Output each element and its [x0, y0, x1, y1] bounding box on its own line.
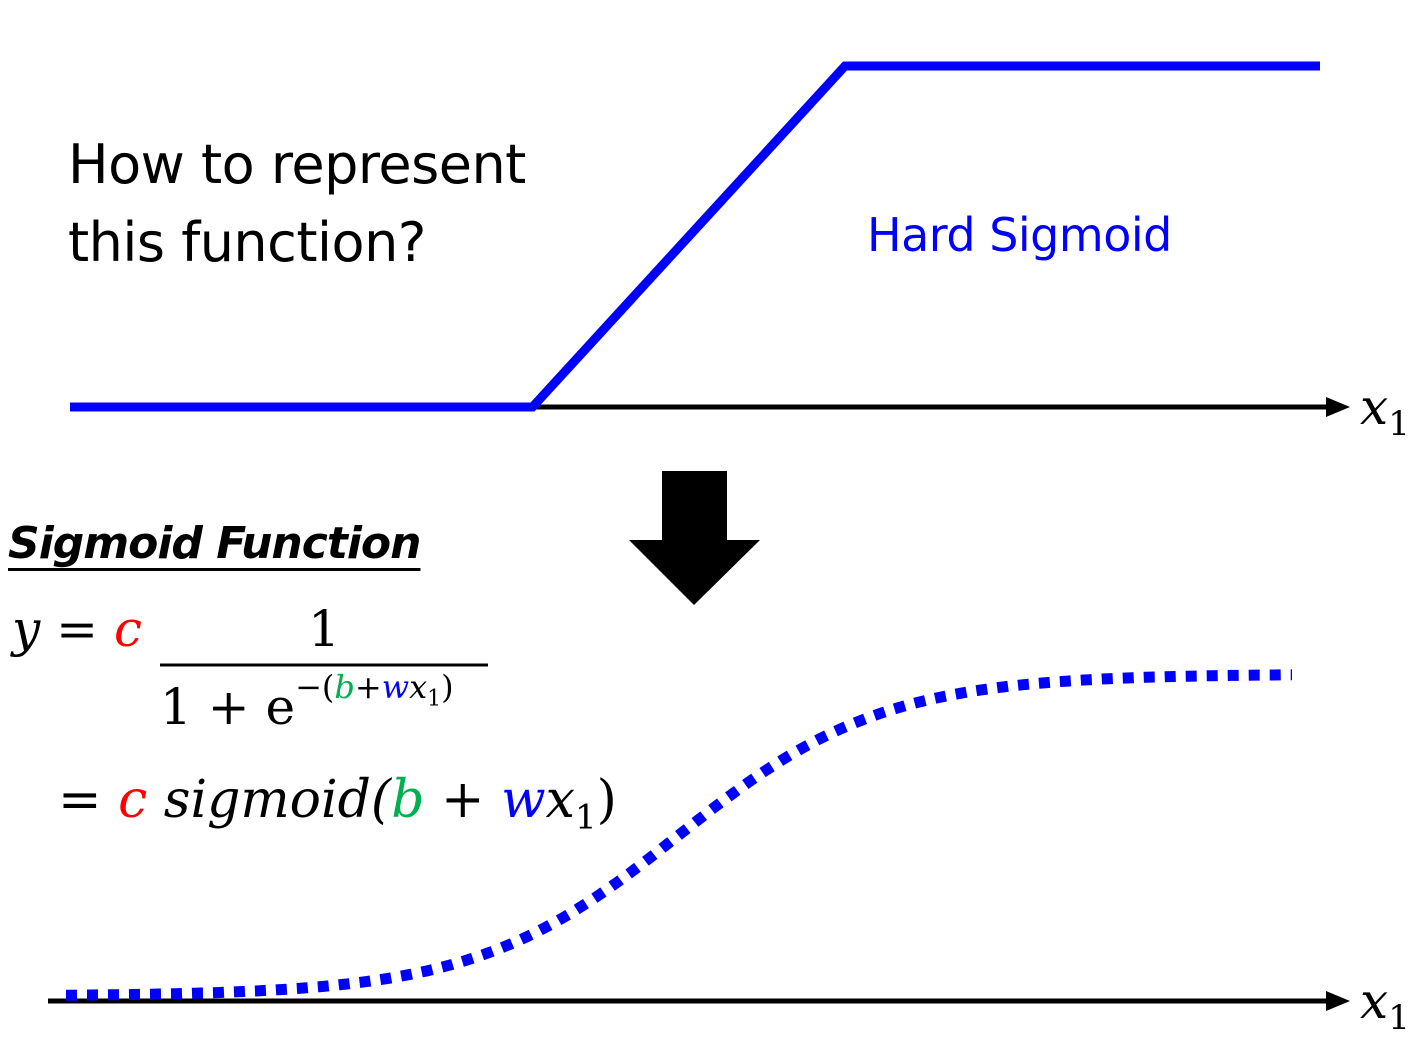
eq1-den-base-text: 1 + e: [160, 678, 296, 736]
top-axis-arrowhead-icon: [1326, 397, 1350, 417]
eq2-w: w: [501, 770, 546, 830]
eq1-y: y: [12, 600, 41, 658]
question-text: How to represent this function?: [68, 126, 526, 282]
top-axis-label-sub: 1: [1388, 404, 1410, 444]
bottom-axis-arrowhead-icon: [1326, 991, 1350, 1011]
eq1-exp-w: w: [381, 668, 410, 706]
equation-1-lhs: y = c: [12, 600, 142, 658]
eq1-exp-b: b: [334, 668, 355, 706]
eq1-c: c: [113, 600, 142, 658]
eq1-exp-plus: +: [354, 668, 382, 706]
eq2-func: sigmoid(: [163, 770, 392, 830]
eq1-numerator: 1: [308, 600, 340, 658]
eq1-exp-x: x: [409, 668, 428, 706]
question-line-2: this function?: [68, 211, 426, 274]
eq2-b: b: [391, 770, 425, 830]
sigmoid-function-heading: Sigmoid Function: [8, 518, 421, 569]
down-arrow-icon: [629, 471, 760, 605]
top-axis-label-var: x: [1360, 378, 1389, 436]
eq1-equals: =: [56, 600, 99, 658]
hard-sigmoid-label: Hard Sigmoid: [867, 208, 1172, 262]
eq2-x: x: [545, 770, 575, 830]
eq1-exp-sub: 1: [427, 686, 442, 712]
equation-2: = c sigmoid(b + wx1): [58, 770, 617, 837]
eq2-equals: =: [58, 770, 102, 830]
eq2-close: ): [596, 770, 617, 830]
eq1-den-base: 1 + e: [160, 678, 295, 736]
bottom-axis-label-var: x: [1360, 972, 1389, 1030]
eq2-plus: +: [424, 770, 502, 830]
eq2-c: c: [118, 770, 148, 830]
bottom-axis-label-sub: 1: [1388, 998, 1410, 1038]
eq1-exp-prefix: −(: [295, 668, 335, 706]
question-line-1: How to represent: [68, 133, 526, 196]
eq1-exp-close: ): [441, 668, 454, 706]
eq1-exponent: −(b+wx1): [295, 668, 454, 711]
eq1-denominator: 1 + e−(b+wx1): [160, 668, 454, 737]
eq2-sub: 1: [574, 797, 597, 838]
top-axis-label: x1: [1360, 378, 1410, 444]
bottom-axis-label: x1: [1360, 972, 1410, 1038]
